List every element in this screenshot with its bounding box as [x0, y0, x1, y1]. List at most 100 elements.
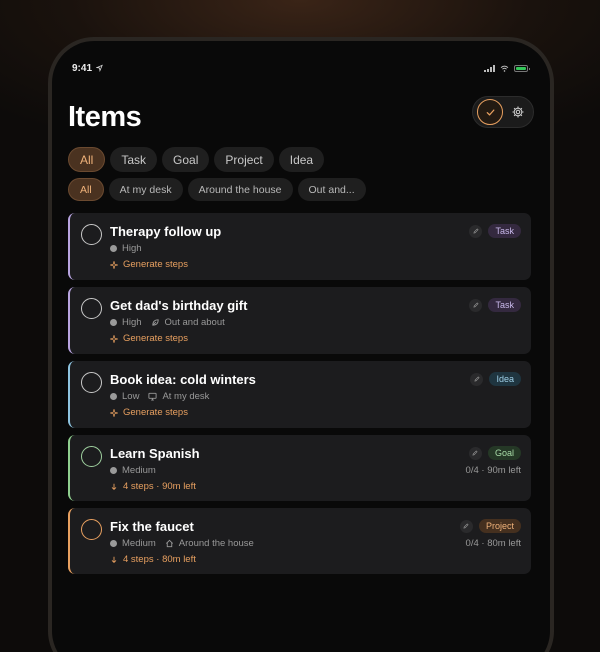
complete-mode-button[interactable] [477, 99, 503, 125]
filter-type-project[interactable]: Project [214, 147, 274, 172]
item-priority: Medium [122, 538, 156, 549]
item-title: Therapy follow up [110, 224, 222, 239]
edit-button[interactable] [459, 519, 473, 533]
priority-dot-icon [110, 245, 117, 252]
item-priority: High [122, 317, 142, 328]
leaf-icon [151, 319, 159, 326]
battery-icon [514, 64, 530, 72]
sparkle-icon [110, 260, 118, 269]
item-title: Book idea: cold winters [110, 372, 256, 387]
type-badge: Task [488, 224, 521, 238]
clock-text: 9:41 [72, 62, 93, 74]
filter-context-around-the-house[interactable]: Around the house [187, 178, 293, 201]
checkmark-icon [486, 108, 494, 116]
item-context: Around the house [178, 538, 254, 549]
type-badge: Goal [487, 446, 521, 460]
item-right: Idea [470, 372, 521, 386]
wifi-icon [500, 65, 509, 72]
header-actions [472, 96, 534, 128]
item-priority: High [122, 243, 142, 254]
item-title: Learn Spanish [110, 446, 200, 461]
item-context: Out and about [164, 317, 225, 328]
item-meta: High Out and about [110, 317, 225, 328]
generate-steps-button[interactable]: Generate steps [110, 259, 188, 270]
edit-button[interactable] [470, 372, 484, 386]
filter-context-at-my-desk[interactable]: At my desk [108, 178, 183, 201]
arrow-down-icon [111, 556, 117, 563]
sparkle-icon [110, 334, 118, 343]
type-badge: Project [478, 519, 521, 533]
item-right: Task [469, 298, 521, 312]
pencil-icon [473, 302, 479, 308]
list-item[interactable]: Learn Spanish Medium 4 steps · 90m left … [68, 435, 531, 501]
location-arrow-icon [96, 64, 103, 72]
item-priority: Low [122, 391, 140, 402]
item-action-label: 4 steps · 90m left [123, 481, 196, 492]
generate-steps-button[interactable]: Generate steps [110, 407, 188, 418]
item-progress: 0/4 · 90m left [465, 465, 521, 476]
edit-button[interactable] [468, 446, 482, 460]
complete-checkbox[interactable] [81, 519, 102, 540]
pencil-icon [463, 523, 470, 529]
item-title: Fix the faucet [110, 519, 194, 534]
item-title: Get dad's birthday gift [110, 298, 248, 313]
status-icons [484, 64, 530, 72]
complete-checkbox[interactable] [81, 372, 102, 393]
type-filter-bar: All Task Goal Project Idea [68, 147, 325, 172]
list-item[interactable]: Therapy follow up High Generate steps Ta… [68, 213, 531, 280]
filter-context-out-and-about[interactable]: Out and... [297, 178, 366, 201]
monitor-icon [148, 392, 157, 401]
item-action-label: Generate steps [123, 259, 188, 270]
item-meta: High [110, 243, 142, 254]
pencil-icon [473, 228, 479, 234]
item-right: Goal [468, 446, 521, 460]
item-context: At my desk [162, 391, 210, 402]
phone-frame: 9:41 Items All Task Goal Project Idea Al… [48, 37, 554, 652]
item-action-label: 4 steps · 80m left [123, 554, 196, 565]
complete-checkbox[interactable] [81, 224, 102, 245]
complete-checkbox[interactable] [81, 298, 102, 319]
status-bar: 9:41 [72, 61, 530, 75]
sparkle-icon [110, 408, 118, 417]
priority-dot-icon [110, 393, 117, 400]
context-filter-bar: All At my desk Around the house Out and.… [68, 178, 366, 201]
items-list: Therapy follow up High Generate steps Ta… [68, 213, 531, 581]
edit-button[interactable] [469, 298, 483, 312]
filter-type-goal[interactable]: Goal [162, 147, 210, 172]
list-item[interactable]: Get dad's birthday gift High Out and abo… [68, 287, 531, 354]
filter-type-all[interactable]: All [68, 147, 106, 172]
list-item[interactable]: Book idea: cold winters Low At my desk G… [68, 361, 531, 428]
page-title: Items [68, 101, 142, 133]
page-header: Items [68, 93, 534, 137]
filter-type-task[interactable]: Task [110, 147, 158, 172]
status-time: 9:41 [72, 63, 103, 74]
pencil-icon [472, 450, 479, 456]
priority-dot-icon [110, 540, 117, 547]
item-action-label: Generate steps [123, 333, 188, 344]
item-right: Project [459, 519, 521, 533]
steps-summary-button[interactable]: 4 steps · 90m left [110, 481, 196, 492]
item-progress: 0/4 · 80m left [465, 538, 521, 549]
pencil-icon [474, 376, 480, 382]
gear-icon [512, 106, 524, 118]
filter-context-all[interactable]: All [68, 178, 104, 201]
steps-summary-button[interactable]: 4 steps · 80m left [110, 554, 196, 565]
priority-dot-icon [110, 319, 117, 326]
item-meta: Medium [110, 465, 156, 476]
edit-button[interactable] [469, 224, 483, 238]
complete-checkbox[interactable] [81, 446, 102, 467]
filter-type-idea[interactable]: Idea [278, 147, 325, 172]
arrow-down-icon [111, 483, 117, 490]
home-icon [165, 539, 173, 548]
generate-steps-button[interactable]: Generate steps [110, 333, 188, 344]
type-badge: Task [488, 298, 521, 312]
type-badge: Idea [489, 372, 521, 386]
item-priority: Medium [122, 465, 156, 476]
list-item[interactable]: Fix the faucet Medium Around the house 4… [68, 508, 531, 574]
app-screen: 9:41 Items All Task Goal Project Idea Al… [52, 41, 550, 652]
item-action-label: Generate steps [123, 407, 188, 418]
item-meta: Medium Around the house [110, 538, 254, 549]
signal-icon [484, 64, 495, 72]
item-right: Task [469, 224, 521, 238]
settings-button[interactable] [507, 101, 529, 123]
